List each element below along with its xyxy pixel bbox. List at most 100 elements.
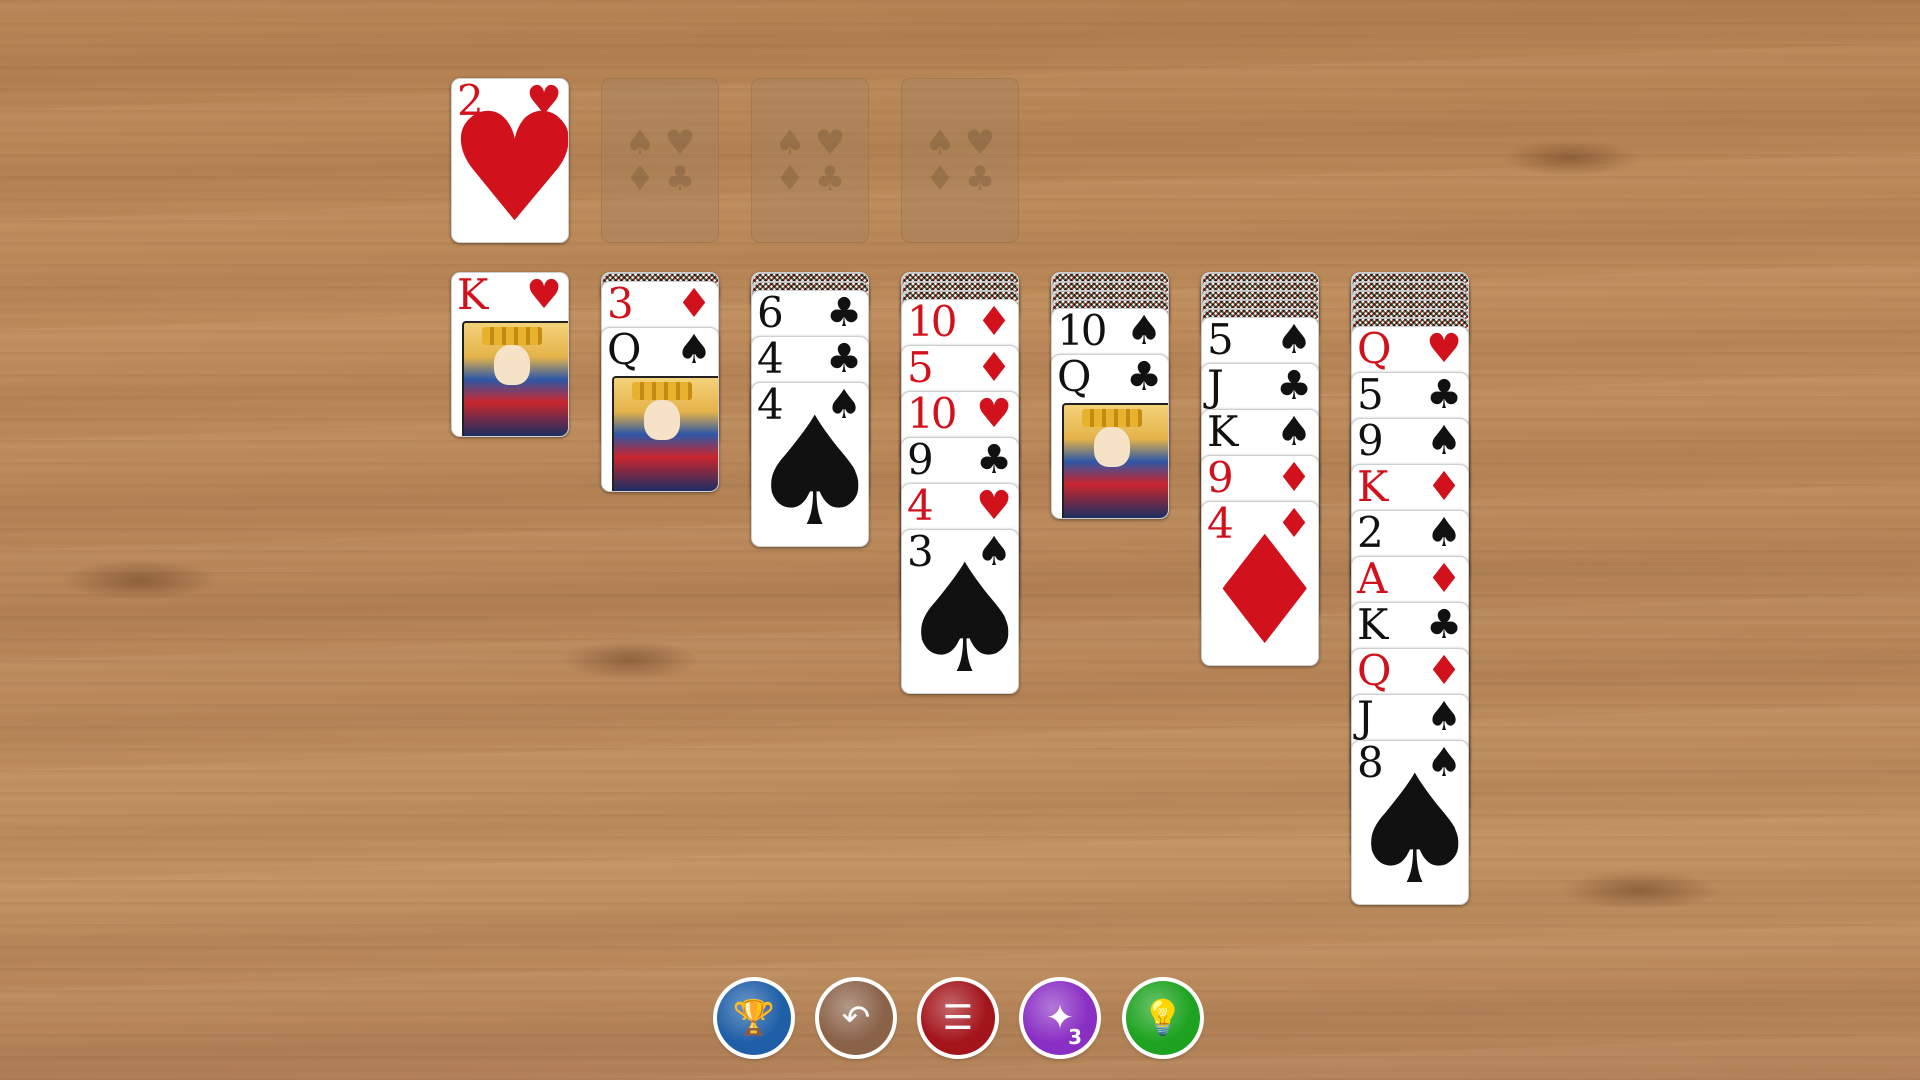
card-suit-large-icon: ♥	[452, 94, 568, 242]
card[interactable]: Q ♣	[1051, 354, 1169, 519]
card-rank: K	[1207, 409, 1239, 456]
card-suit-icon: ♥	[526, 272, 562, 318]
wood-knot	[60, 560, 220, 600]
card-rank: 10	[907, 391, 957, 438]
trophy-button[interactable]: 🏆	[717, 981, 791, 1055]
card-suit-large-icon: ♠	[752, 398, 868, 546]
crown-icon	[1082, 409, 1142, 427]
card[interactable]: 8♠♠	[1351, 740, 1469, 905]
card-rank: 4	[907, 483, 934, 530]
bottom-toolbar: 🏆 ↶ ☰ ✦ 3 💡	[0, 978, 1920, 1058]
suit-placeholder-icons: ♠ ♥ ♦ ♣	[901, 78, 1019, 243]
undo-icon: ↶	[841, 998, 871, 1038]
card-rank: Q	[1357, 326, 1392, 373]
trophy-icon: 🏆	[732, 998, 776, 1038]
suit-placeholder-icon: ♥	[964, 122, 996, 163]
card-rank: 10	[1057, 308, 1107, 355]
card-suit-large-icon: ♦	[1202, 517, 1318, 665]
queen-portrait	[1062, 403, 1168, 518]
crown-icon	[482, 327, 542, 345]
suit-placeholder-icon: ♠	[624, 122, 656, 163]
card-suit-icon: ♥	[976, 483, 1012, 529]
foundation-card[interactable]: 2♥♥	[451, 78, 569, 243]
card-suit-icon: ♠	[1426, 418, 1462, 464]
card-rank: 10	[907, 299, 957, 346]
card-rank: 3	[607, 281, 634, 328]
card[interactable]: 4♦♦	[1201, 501, 1319, 666]
card-rank: Q	[607, 327, 642, 374]
card-rank: 5	[907, 345, 934, 392]
card-rank: J	[1357, 694, 1374, 741]
card-rank: 5	[1207, 317, 1234, 364]
card-rank: 9	[1207, 455, 1234, 502]
card-rank: K	[1357, 464, 1389, 511]
card-suit-icon: ♠	[1426, 510, 1462, 556]
card-suit-icon: ♣	[1126, 354, 1162, 400]
card-suit-icon: ♠	[1276, 409, 1312, 455]
wood-knot	[560, 640, 700, 680]
card-suit-icon: ♥	[976, 391, 1012, 437]
suit-placeholder-icon: ♦	[624, 158, 656, 199]
card-suit-icon: ♠	[1426, 694, 1462, 740]
wood-knot	[1560, 870, 1720, 910]
menu-button[interactable]: ☰	[921, 981, 995, 1055]
crown-icon	[632, 382, 692, 400]
card-suit-icon: ♣	[826, 290, 862, 336]
queen-portrait	[612, 376, 718, 491]
card-suit-icon: ♦	[976, 299, 1012, 345]
card[interactable]: K ♥	[451, 272, 569, 437]
suit-placeholder-icon: ♣	[814, 158, 846, 199]
suit-placeholder-icon: ♦	[924, 158, 956, 199]
foundation-slot[interactable]: ♠ ♥ ♦ ♣	[601, 78, 719, 243]
lightbulb-icon: 💡	[1141, 998, 1185, 1038]
card-rank: K	[1357, 602, 1389, 649]
face-head	[494, 345, 530, 385]
card-rank: J	[1207, 363, 1224, 410]
card-rank: Q	[1057, 354, 1092, 401]
card-suit-icon: ♣	[1276, 363, 1312, 409]
card-suit-icon: ♦	[1426, 556, 1462, 602]
card-rank: 4	[757, 336, 784, 383]
card-suit-icon: ♣	[976, 437, 1012, 483]
card-suit-icon: ♥	[1426, 326, 1462, 372]
foundation-slot[interactable]: ♠ ♥ ♦ ♣	[751, 78, 869, 243]
card[interactable]: Q ♠	[601, 327, 719, 492]
card-rank: 2	[1357, 510, 1384, 557]
charges-badge: 3	[1068, 1025, 1082, 1049]
suit-placeholder-icon: ♥	[814, 122, 846, 163]
suit-placeholder-icons: ♠ ♥ ♦ ♣	[601, 78, 719, 243]
suit-placeholder-icon: ♣	[964, 158, 996, 199]
card-suit-icon: ♦	[1276, 455, 1312, 501]
card-suit-large-icon: ♠	[1352, 756, 1468, 904]
suit-placeholder-icons: ♠ ♥ ♦ ♣	[751, 78, 869, 243]
suit-placeholder-icon: ♠	[774, 122, 806, 163]
foundation-slot[interactable]: ♠ ♥ ♦ ♣	[901, 78, 1019, 243]
magic-wand-button[interactable]: ✦ 3	[1023, 981, 1097, 1055]
menu-icon: ☰	[942, 998, 974, 1038]
card-rank: 5	[1357, 372, 1384, 419]
card-suit-icon: ♠	[1126, 308, 1162, 354]
card[interactable]: 3♠♠	[901, 529, 1019, 694]
face-head	[1094, 427, 1130, 467]
suit-placeholder-icon: ♥	[664, 122, 696, 163]
card-suit-icon: ♦	[1426, 464, 1462, 510]
undo-button[interactable]: ↶	[819, 981, 893, 1055]
card-suit-icon: ♦	[676, 281, 712, 327]
card-suit-icon: ♠	[676, 327, 712, 373]
suit-placeholder-icon: ♠	[924, 122, 956, 163]
suit-placeholder-icon: ♣	[664, 158, 696, 199]
card-suit-icon: ♣	[826, 336, 862, 382]
card-suit-icon: ♣	[1426, 372, 1462, 418]
card-rank: 9	[1357, 418, 1384, 465]
card-rank: K	[457, 272, 489, 319]
card-suit-large-icon: ♠	[902, 545, 1018, 693]
card-rank: 6	[757, 290, 784, 337]
suit-placeholder-icon: ♦	[774, 158, 806, 199]
wood-knot	[1500, 140, 1640, 176]
card-suit-icon: ♦	[976, 345, 1012, 391]
hint-button[interactable]: 💡	[1126, 981, 1200, 1055]
face-head	[644, 400, 680, 440]
card-rank: 9	[907, 437, 934, 484]
card[interactable]: 4♠♠	[751, 382, 869, 547]
king-portrait	[462, 321, 568, 436]
